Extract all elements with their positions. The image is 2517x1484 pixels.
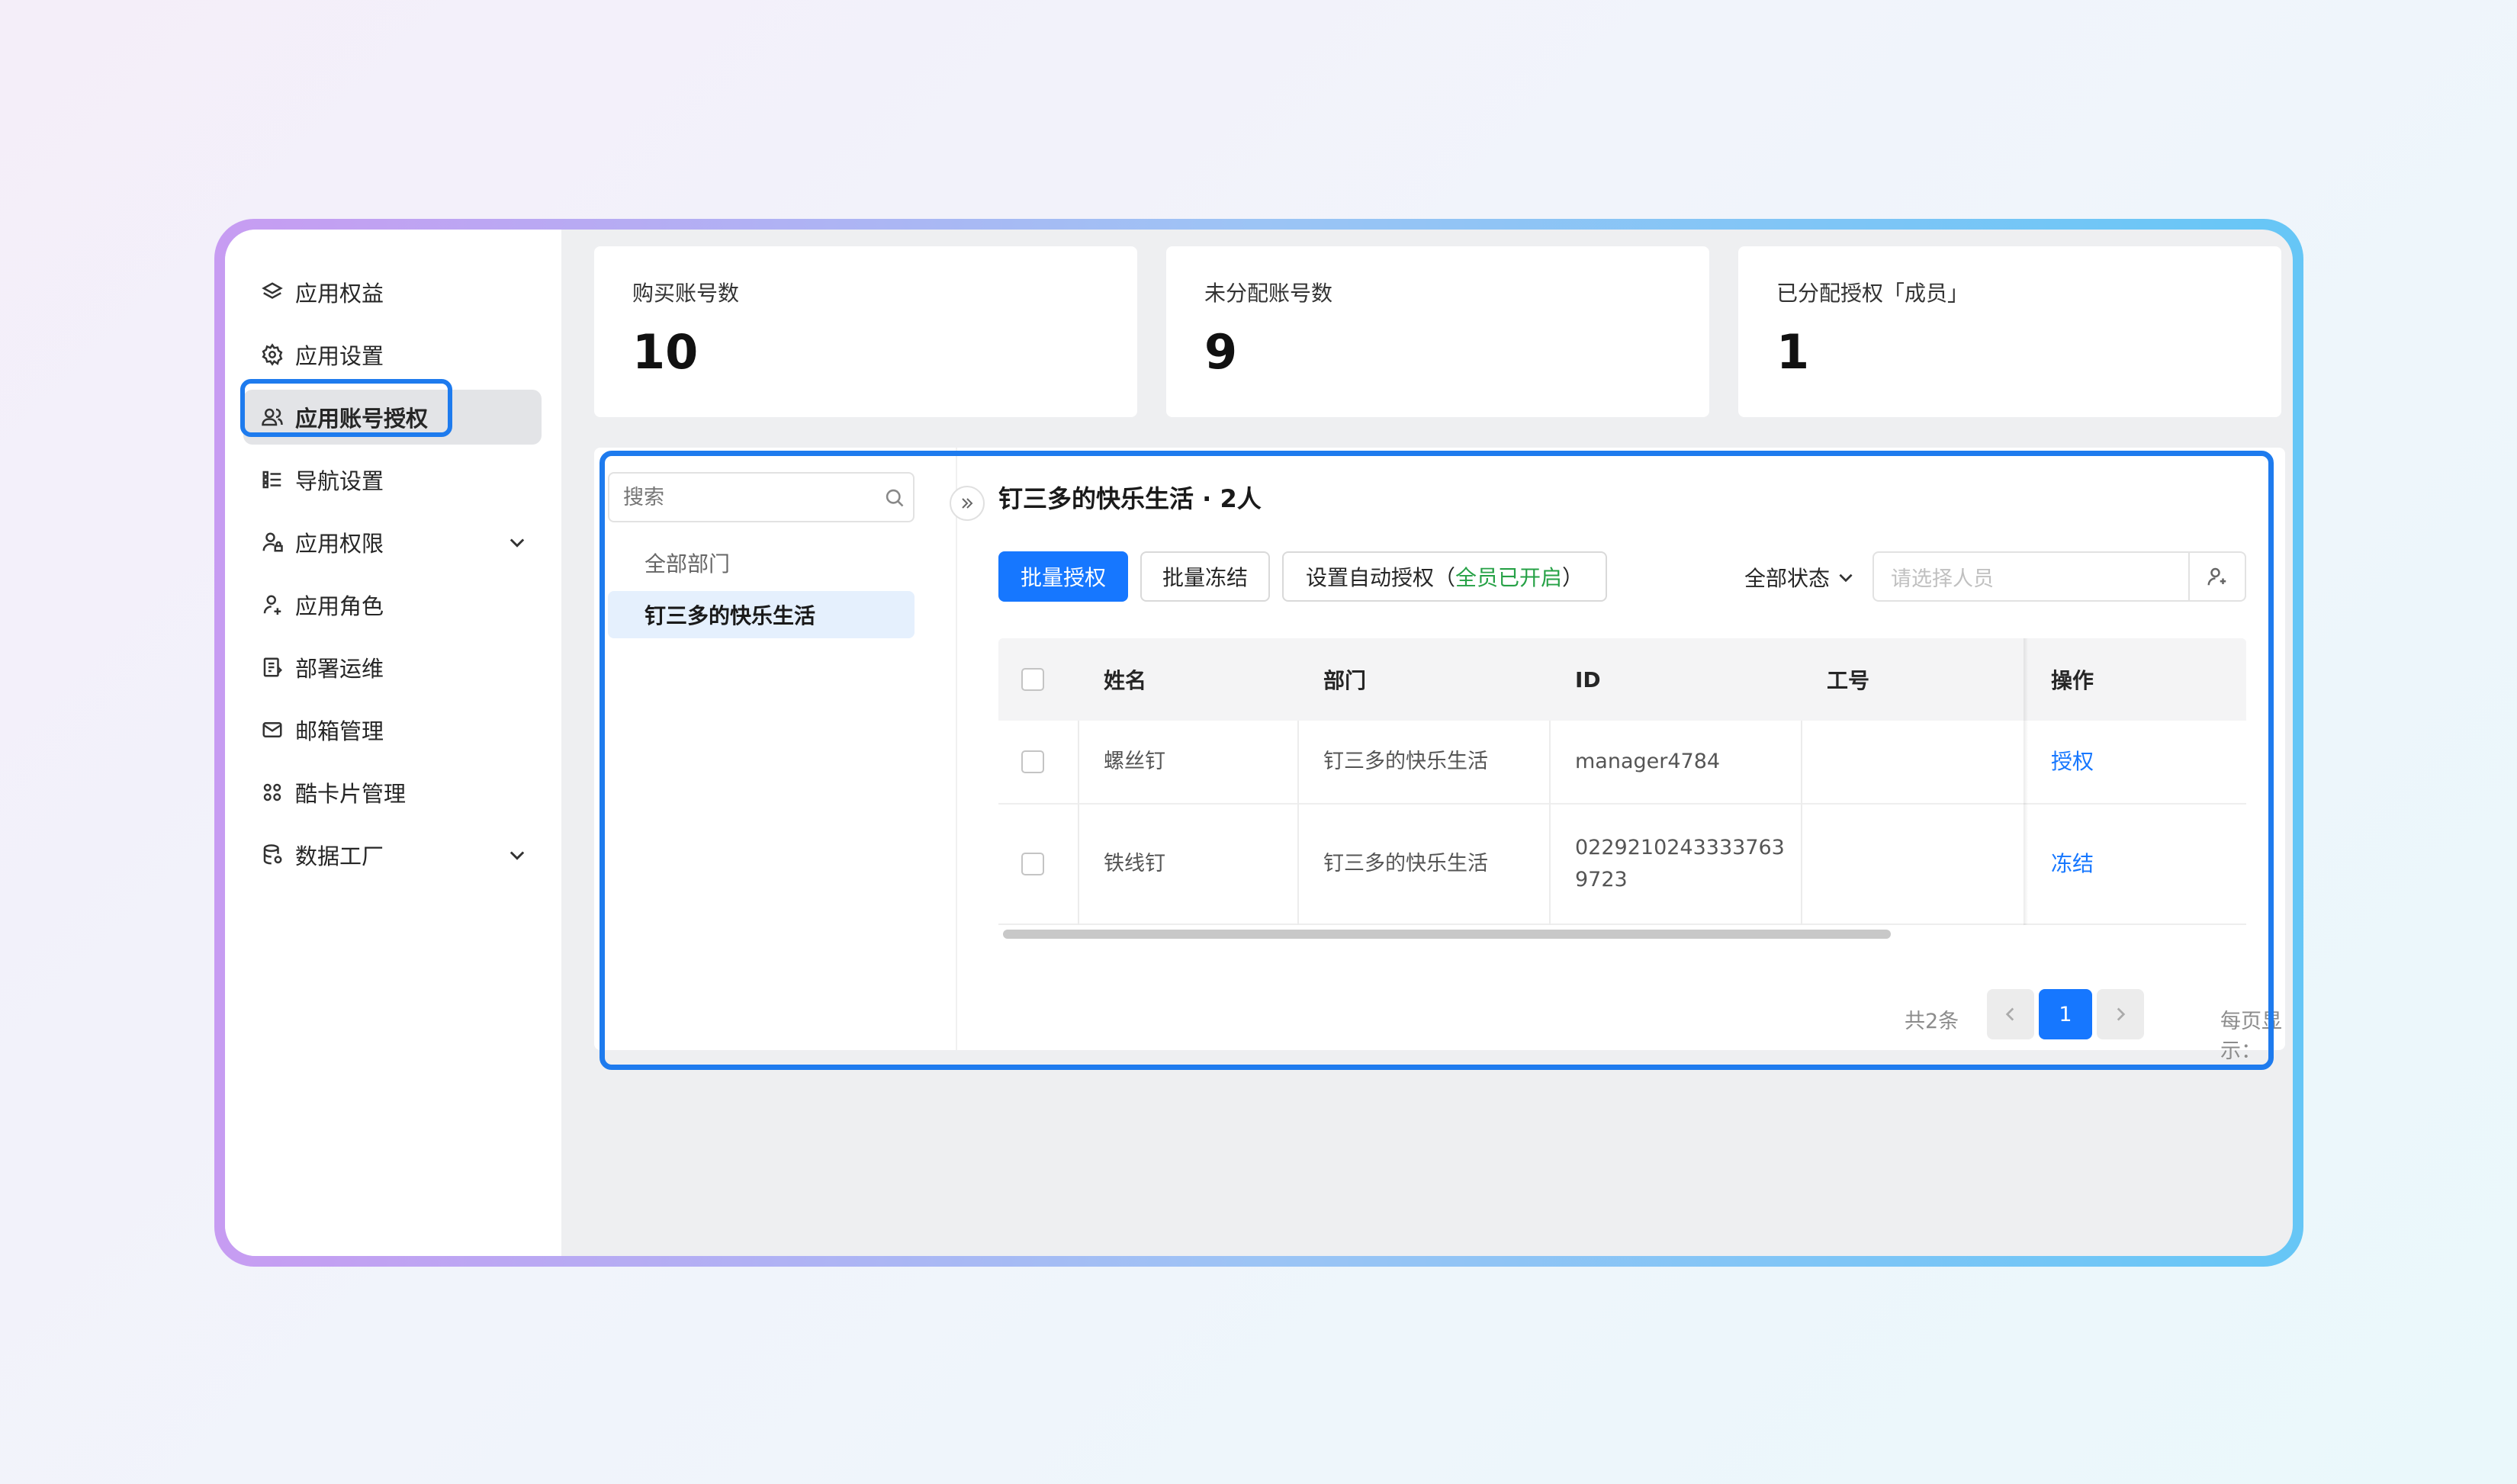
auto-auth-status: 全员已开启 [1455,565,1562,590]
status-filter-dropdown[interactable]: 全部状态 [1744,562,1856,593]
layers-icon [260,280,284,304]
chevron-down-icon[interactable] [506,844,528,866]
stat-value: 9 [1204,324,1238,380]
sidebar-item-card-mgmt[interactable]: 酷卡片管理 [243,765,542,820]
column-header-name: 姓名 [1104,668,1147,693]
sidebar-item-nav-settings[interactable]: 导航设置 [243,452,542,507]
sidebar-item-label: 应用权益 [295,281,384,307]
cell-name: 铁线钉 [1104,852,1165,875]
sidebar-item-label: 部署运维 [295,656,384,682]
column-divider [1078,721,1079,925]
row-checkbox-cell[interactable] [1021,721,1044,803]
mail-icon [260,718,284,742]
chevron-left-icon [2005,1007,2014,1021]
table-header: 姓名 部门 ID 工号 操作 [998,638,2246,721]
sidebar-item-app-roles[interactable]: 应用角色 [243,577,542,632]
select-all-checkbox[interactable] [1021,668,1044,691]
prev-page-button[interactable] [1987,989,2034,1039]
chevron-right-icon [2117,1007,2126,1021]
column-header-job-no: 工号 [1827,668,1870,693]
tree-item-all-departments[interactable]: 全部部门 [608,539,915,586]
column-divider [1801,721,1802,925]
user-role-icon [260,593,284,617]
page-button-current[interactable]: 1 [2039,989,2092,1039]
table-row: 铁线钉 钉三多的快乐生活 0229210243333763 9723 冻结 [998,805,2246,925]
horizontal-scrollbar[interactable] [1003,930,1891,939]
column-header-actions: 操作 [2051,668,2094,693]
sidebar-item-data-factory[interactable]: 数据工厂 [243,827,542,882]
chevron-down-icon[interactable] [506,532,528,553]
app-frame: 应用权益 应用设置 应用账号授权 导航设置 应用权限 应用角色 部署运维 邮箱管… [214,219,2303,1267]
grid-icon [260,780,284,805]
sidebar-item-label: 应用权限 [295,531,384,557]
collapse-tree-button[interactable] [950,486,985,521]
cell-name: 螺丝钉 [1104,750,1165,773]
stat-label: 未分配账号数 [1204,281,1333,306]
user-lock-icon [260,530,284,554]
cell-id: manager4784 [1575,750,1721,773]
department-title: 钉三多的快乐生活 · 2人 [998,484,1262,513]
auto-authorize-button[interactable]: 设置自动授权（ 全员已开启） [1282,551,1607,602]
sidebar-item-app-benefits[interactable]: 应用权益 [243,265,542,320]
sidebar-item-label: 数据工厂 [295,843,384,869]
row-checkbox[interactable] [1021,853,1044,875]
search-icon[interactable] [884,487,905,509]
auto-auth-label: 设置自动授权（ [1305,565,1455,590]
pagination-total: 共2条 [1905,1010,1959,1033]
gear-icon [260,342,284,367]
batch-freeze-button[interactable]: 批量冻结 [1140,551,1270,602]
row-checkbox-cell[interactable] [1021,805,1044,923]
sidebar-item-label: 邮箱管理 [295,718,384,744]
deploy-icon [260,655,284,679]
stat-value: 10 [632,324,699,380]
fixed-column-shadow [2024,638,2028,925]
active-item-highlight [240,379,452,437]
tree-item-department[interactable]: 钉三多的快乐生活 [608,591,915,638]
sidebar-item-app-permissions[interactable]: 应用权限 [243,515,542,570]
column-header-id: ID [1575,667,1601,692]
freeze-link[interactable]: 冻结 [2051,848,2094,880]
sidebar-item-deploy-ops[interactable]: 部署运维 [243,640,542,695]
row-checkbox[interactable] [1021,750,1044,773]
stat-card-assigned: 已分配授权「成员」 1 [1738,246,2281,417]
sidebar-item-label: 应用角色 [295,593,384,619]
sidebar-item-mail-mgmt[interactable]: 邮箱管理 [243,702,542,757]
batch-authorize-button[interactable]: 批量授权 [998,551,1128,602]
list-icon [260,467,284,492]
search-input[interactable] [608,472,915,522]
account-auth-panel: 全部部门 钉三多的快乐生活 钉三多的快乐生活 · 2人 批量授权 批量冻结 设置… [594,448,2285,1063]
stat-card-purchased: 购买账号数 10 [594,246,1137,417]
add-person-button[interactable] [2188,553,2245,600]
cell-dept: 钉三多的快乐生活 [1323,852,1488,875]
chevron-down-icon [1839,573,1853,583]
cell-id: 0229210243333763 9723 [1575,805,1785,923]
cell-dept: 钉三多的快乐生活 [1323,750,1488,773]
stat-label: 购买账号数 [632,281,740,306]
sidebar-item-label: 应用设置 [295,343,384,369]
sidebar-item-label: 酷卡片管理 [295,781,407,807]
sidebar-item-label: 导航设置 [295,468,384,494]
auto-auth-close: ） [1562,565,1584,590]
status-filter-label: 全部状态 [1744,566,1831,591]
double-chevron-right-icon [962,498,973,509]
select-all-checkbox-cell[interactable] [1021,638,1044,721]
cell-id-line1: 0229210243333763 [1575,836,1785,859]
user-add-icon [2207,567,2226,586]
app-window: 应用权益 应用设置 应用账号授权 导航设置 应用权限 应用角色 部署运维 邮箱管… [225,230,2293,1256]
sidebar-item-app-settings[interactable]: 应用设置 [243,327,542,382]
column-divider [1297,721,1299,925]
database-icon [260,843,284,867]
cell-id-line2: 9723 [1575,868,1628,891]
sidebar: 应用权益 应用设置 应用账号授权 导航设置 应用权限 应用角色 部署运维 邮箱管… [225,230,561,1256]
stat-value: 1 [1776,324,1810,380]
table-row: 螺丝钉 钉三多的快乐生活 manager4784 授权 [998,721,2246,805]
stat-card-unassigned: 未分配账号数 9 [1166,246,1709,417]
column-divider [1549,721,1551,925]
stat-label: 已分配授权「成员」 [1776,281,1969,306]
page-size-label: 每页显示： [2220,1010,2282,1063]
department-tree: 全部部门 钉三多的快乐生活 [594,448,957,1050]
authorize-link[interactable]: 授权 [2051,746,2094,778]
column-header-dept: 部门 [1323,668,1367,693]
next-page-button[interactable] [2097,989,2144,1039]
